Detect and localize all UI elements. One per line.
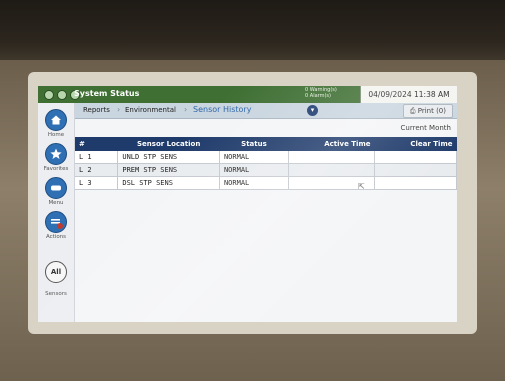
nav-actions-label: Actions: [45, 234, 67, 240]
cell-sensor-location: UNLD STP SENS: [117, 151, 220, 164]
breadcrumb-reports[interactable]: Reports: [83, 106, 110, 114]
nav-sensors-label: Sensors: [45, 291, 67, 297]
date-time: 04/09/2024 11:38 AM: [360, 86, 457, 103]
column-header-number[interactable]: #: [75, 137, 118, 151]
nav-favorites-label: Favorites: [43, 166, 69, 172]
home-icon[interactable]: [45, 109, 67, 131]
table-row[interactable]: L 3 DSL STP SENS NORMAL: [75, 176, 457, 190]
window-dot-icon[interactable]: [57, 90, 67, 100]
nav-menu[interactable]: Menu: [38, 177, 74, 206]
dropdown-icon[interactable]: ▾: [307, 105, 318, 116]
title-bar: System Status 0 Warning(s) 0 Alarm(s) 04…: [38, 86, 457, 103]
cell-active-time: [288, 163, 375, 177]
actions-icon[interactable]: [45, 211, 67, 233]
star-icon[interactable]: [45, 143, 67, 165]
column-header-active-time[interactable]: Active Time: [289, 137, 375, 151]
nav-favorites[interactable]: Favorites: [38, 143, 74, 172]
cell-status: NORMAL: [219, 176, 290, 190]
cell-clear-time: [374, 176, 457, 190]
menu-icon[interactable]: [45, 177, 67, 199]
touch-screen: System Status 0 Warning(s) 0 Alarm(s) 04…: [38, 86, 457, 322]
column-header-clear-time[interactable]: Clear Time: [374, 137, 456, 151]
report-period[interactable]: Current Month: [401, 124, 451, 132]
column-header-sensor-location[interactable]: Sensor Location: [118, 137, 220, 151]
pointer-cursor-icon: ⇱: [358, 182, 365, 191]
cell-clear-time: [374, 151, 457, 164]
nav-home[interactable]: Home: [38, 109, 74, 138]
all-button[interactable]: All: [45, 261, 67, 283]
alarm-count: 0 Alarm(s): [305, 93, 331, 99]
nav-home-label: Home: [47, 132, 65, 138]
cell-sensor-location: DSL STP SENS: [117, 176, 220, 190]
nav-menu-label: Menu: [48, 200, 64, 206]
cell-sensor-location: PREM STP SENS: [117, 163, 220, 177]
cell-active-time: [288, 151, 375, 164]
breadcrumb-separator-icon: ›: [117, 105, 121, 114]
print-button-label: Print (0): [417, 107, 446, 115]
print-icon: ⎙: [409, 107, 416, 115]
sensor-history-table: # Sensor Location Status Active Time Cle…: [75, 137, 457, 190]
breadcrumb-separator-icon: ›: [184, 105, 188, 114]
cell-number: L 3: [75, 176, 119, 190]
breadcrumb: Reports › Environmental › Sensor History…: [75, 103, 457, 119]
window-dot-icon[interactable]: [44, 90, 54, 100]
breadcrumb-sensor-history[interactable]: Sensor History: [193, 105, 251, 114]
page-title: System Status: [74, 89, 140, 98]
cell-status: NORMAL: [219, 163, 290, 177]
cell-status: NORMAL: [219, 151, 290, 164]
print-button[interactable]: ⎙ Print (0): [402, 104, 453, 118]
cell-number: L 2: [75, 163, 119, 177]
nav-actions[interactable]: Actions: [38, 211, 74, 240]
cell-clear-time: [374, 163, 457, 177]
table-row[interactable]: L 1 UNLD STP SENS NORMAL: [75, 151, 457, 164]
table-header-row: # Sensor Location Status Active Time Cle…: [75, 137, 457, 151]
left-nav: Home Favorites Menu Actions All Sensors: [38, 103, 75, 322]
cell-number: L 1: [75, 151, 119, 164]
breadcrumb-environmental[interactable]: Environmental: [125, 106, 176, 114]
alert-counts[interactable]: 0 Warning(s) 0 Alarm(s): [305, 87, 337, 99]
nav-sensors[interactable]: All Sensors: [38, 261, 74, 297]
table-row[interactable]: L 2 PREM STP SENS NORMAL: [75, 163, 457, 177]
column-header-status[interactable]: Status: [219, 137, 288, 151]
